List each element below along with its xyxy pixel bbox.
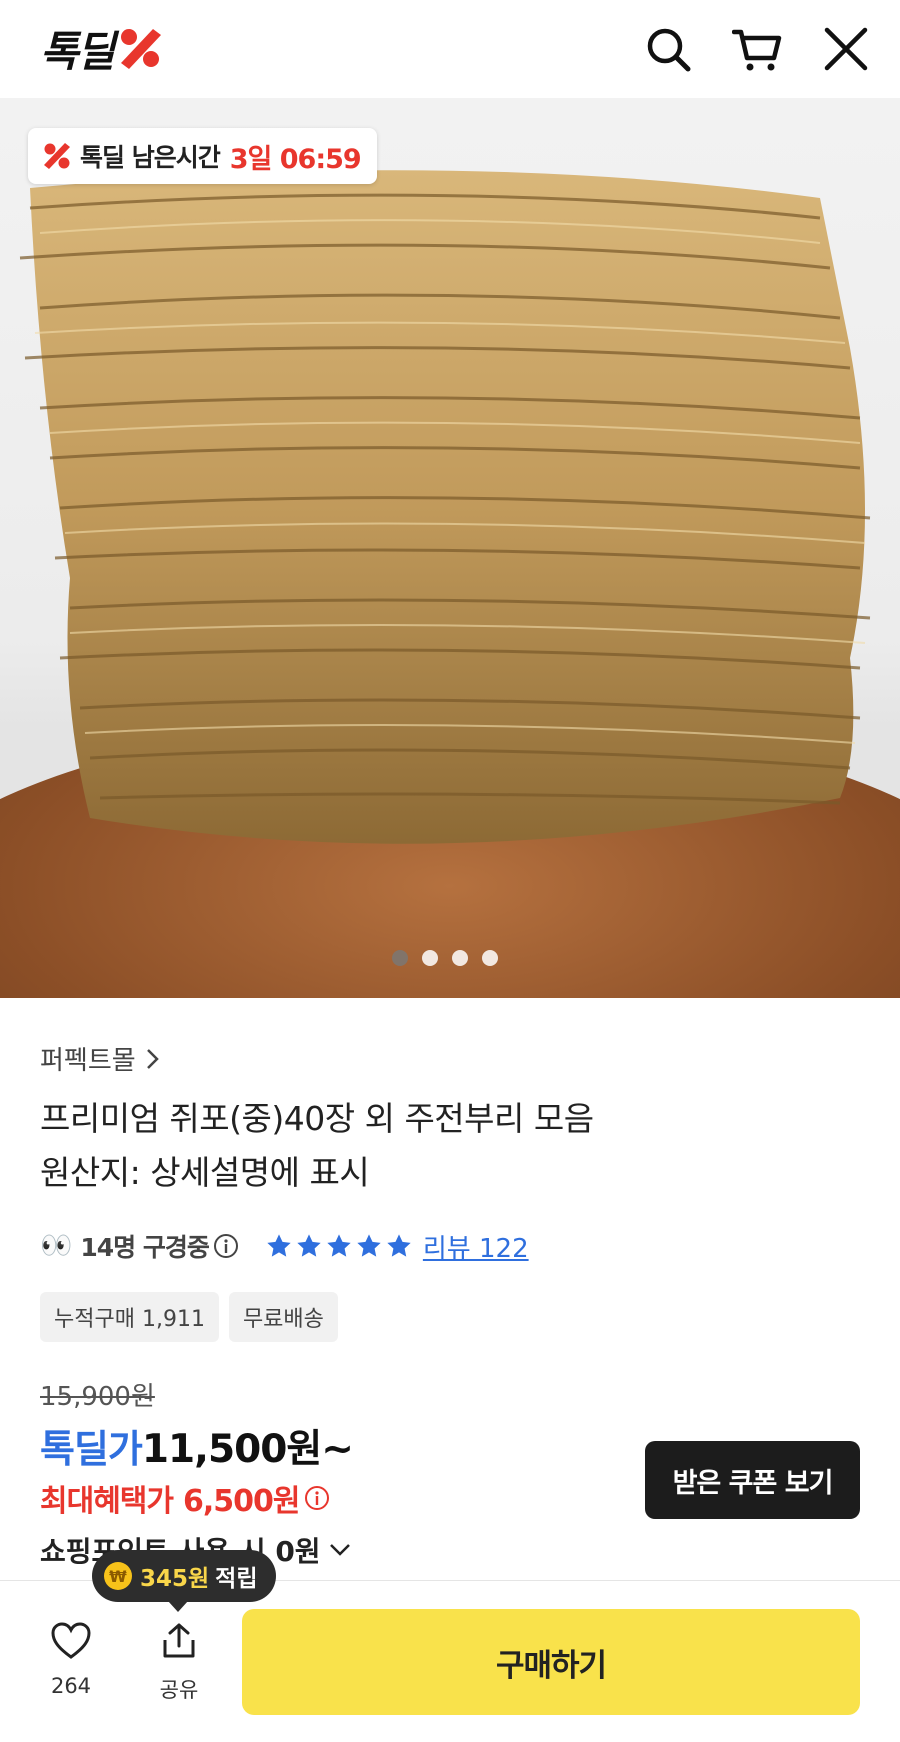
- carousel-dot[interactable]: [422, 950, 438, 966]
- share-label: 공유: [159, 1678, 199, 1702]
- info-icon[interactable]: [304, 1485, 330, 1511]
- chevron-down-icon: [329, 1544, 350, 1556]
- won-coin-icon: ₩: [104, 1562, 132, 1590]
- max-benefit-price: 6,500원: [183, 1484, 300, 1519]
- deal-timer-badge: 톡딜 남은시간 3일 06:59: [28, 128, 377, 184]
- deal-price: 11,500원~: [141, 1427, 354, 1472]
- info-icon[interactable]: [213, 1233, 239, 1259]
- view-coupons-button[interactable]: 받은 쿠폰 보기: [645, 1441, 860, 1519]
- product-tags: 누적구매 1,911 무료배송: [40, 1292, 338, 1342]
- timer-label: 톡딜 남은시간: [80, 143, 221, 172]
- eyes-icon: 👀: [40, 1231, 72, 1261]
- star-icon: [357, 1234, 381, 1257]
- share-icon: [163, 1623, 195, 1658]
- like-count: 264: [50, 1674, 92, 1698]
- store-link[interactable]: 퍼펙트몰: [40, 1040, 164, 1077]
- original-price: 15,900원: [40, 1382, 155, 1412]
- origin-line: 원산지: 상세설명에 표시: [40, 1153, 370, 1192]
- title-line: 프리미엄 쥐포(중)40장 외 주전부리 모음: [40, 1099, 594, 1138]
- reward-label: 적립: [215, 1566, 258, 1592]
- product-photo: [19, 170, 871, 844]
- carousel-dot[interactable]: [452, 950, 468, 966]
- product-title: 프리미엄 쥐포(중)40장 외 주전부리 모음 원산지: 상세설명에 표시: [40, 1092, 860, 1200]
- heart-icon: [51, 1622, 91, 1659]
- max-benefit-label: 최대혜택가: [40, 1484, 174, 1519]
- share-button[interactable]: 공유: [139, 1622, 219, 1704]
- reward-amount: 345원: [140, 1566, 210, 1592]
- review-link[interactable]: 리뷰 122: [423, 1228, 529, 1265]
- chevron-right-icon: [146, 1048, 159, 1069]
- carousel-dot[interactable]: [392, 950, 408, 966]
- percent-logo-icon: [121, 29, 162, 69]
- star-icon: [327, 1234, 351, 1257]
- product-image-carousel[interactable]: 톡딜 남은시간 3일 06:59: [0, 98, 900, 998]
- percent-icon: [44, 143, 70, 169]
- points-reward-tooltip: ₩ 345원 적립: [92, 1550, 276, 1612]
- carousel-indicator: [392, 950, 498, 966]
- search-icon[interactable]: [643, 24, 693, 74]
- timer-value: 3일 06:59: [229, 143, 362, 175]
- buy-button[interactable]: 구매하기: [242, 1609, 860, 1715]
- deal-price-label: 톡딜가: [40, 1427, 143, 1471]
- close-icon[interactable]: [821, 24, 871, 74]
- max-benefit-row: 최대혜택가 6,500원: [40, 1476, 330, 1520]
- store-name: 퍼펙트몰: [40, 1046, 136, 1076]
- logo-text: 톡딜: [40, 26, 115, 76]
- cart-icon[interactable]: [732, 24, 782, 74]
- carousel-dot[interactable]: [482, 950, 498, 966]
- app-header: 톡딜: [0, 0, 900, 99]
- tag-cumulative-purchases: 누적구매 1,911: [40, 1292, 219, 1342]
- viewer-count: 14명 구경중: [80, 1233, 209, 1262]
- talkdeal-logo[interactable]: 톡딜: [40, 22, 163, 76]
- star-icon: [297, 1234, 321, 1257]
- product-meta: 👀 14명 구경중 리뷰 122: [40, 1224, 529, 1268]
- like-button[interactable]: 264: [31, 1622, 111, 1698]
- star-rating: [265, 1232, 413, 1260]
- deal-price-row: 톡딜가 11,500원~: [40, 1418, 354, 1474]
- star-icon: [387, 1234, 411, 1257]
- tag-free-shipping: 무료배송: [228, 1292, 338, 1342]
- star-icon: [267, 1234, 291, 1257]
